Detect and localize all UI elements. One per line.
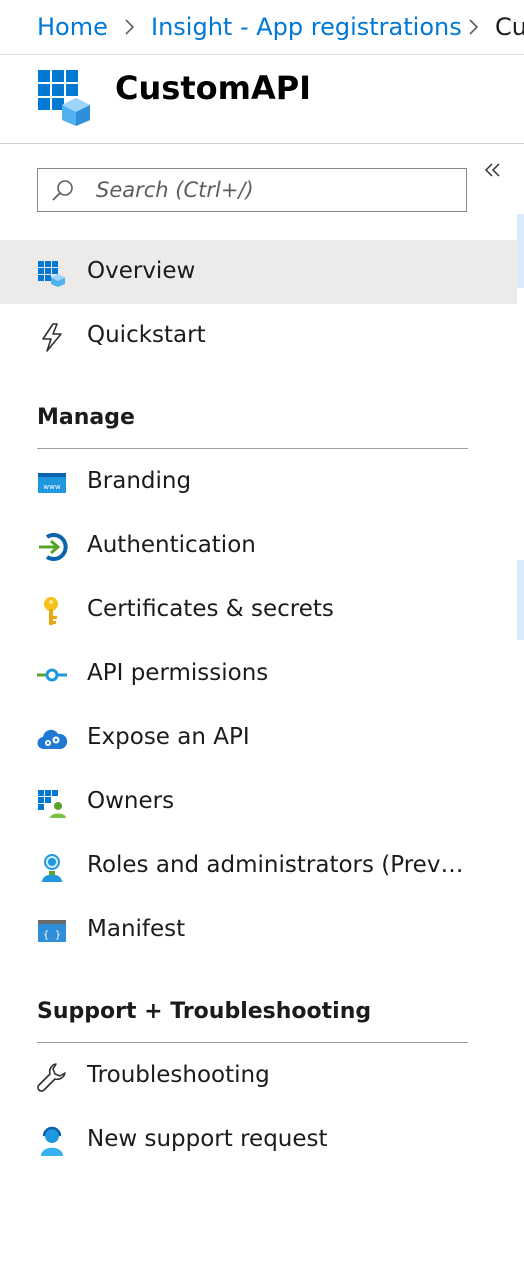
api-connector-icon — [37, 668, 67, 682]
sidebar-item-label: Branding — [87, 468, 192, 494]
sidebar-item-label: New support request — [87, 1126, 328, 1152]
sidebar-item-label: Manifest — [87, 916, 186, 942]
chevron-right-icon — [469, 19, 479, 35]
sidebar-item-manifest[interactable]: { } Manifest — [0, 898, 517, 962]
search-input[interactable] — [96, 174, 456, 206]
section-heading-manage: Manage — [37, 405, 135, 430]
app-registration-icon — [38, 70, 90, 126]
www-window-icon: www — [38, 473, 66, 493]
sidebar-item-label: Authentication — [87, 532, 256, 558]
sidebar-item-label: Expose an API — [87, 724, 250, 750]
key-icon — [44, 597, 58, 625]
breadcrumb-current: Cu — [495, 13, 524, 41]
resource-header: CustomAPI — [0, 55, 524, 144]
breadcrumb-app-registrations-link[interactable]: Insight - App registrations — [151, 12, 462, 42]
sidebar-item-owners[interactable]: Owners — [0, 770, 517, 834]
sidebar-item-overview[interactable]: Overview — [0, 240, 517, 304]
wrench-icon — [37, 1063, 66, 1092]
sidebar-item-label: Certificates & secrets — [87, 596, 334, 622]
owners-grid-user-icon — [38, 790, 66, 818]
section-divider — [37, 448, 468, 449]
double-chevron-left-icon[interactable] — [480, 158, 506, 184]
search-box[interactable] — [37, 168, 467, 212]
overview-grid-icon — [38, 261, 65, 287]
sidebar-item-roles-and-administrators[interactable]: Roles and administrators (Previ... — [0, 834, 517, 898]
sidebar-item-quickstart[interactable]: Quickstart — [0, 304, 517, 368]
breadcrumb: Home Insight - App registrations Cu — [0, 0, 524, 55]
sidebar-item-authentication[interactable]: Authentication — [0, 514, 517, 578]
section-divider — [37, 1042, 468, 1043]
svg-text:www: www — [43, 483, 60, 491]
cloud-gears-icon — [37, 729, 68, 750]
admin-user-icon — [42, 854, 62, 882]
search-icon — [52, 180, 73, 201]
lightning-icon — [42, 323, 62, 352]
sidebar-item-certificates-secrets[interactable]: Certificates & secrets — [0, 578, 517, 642]
breadcrumb-home-link[interactable]: Home — [37, 12, 108, 42]
sidebar-item-label: Owners — [87, 788, 175, 814]
sidebar-item-label: Roles and administrators (Previ... — [87, 852, 467, 878]
svg-text:{ }: { } — [43, 930, 61, 941]
sidebar-item-label: API permissions — [87, 660, 269, 686]
sign-in-arrow-icon — [39, 533, 68, 561]
sidebar-item-label: Quickstart — [87, 322, 206, 348]
manifest-braces-icon: { } — [38, 920, 66, 942]
sidebar-item-troubleshooting[interactable]: Troubleshooting — [0, 1044, 517, 1108]
chevron-right-icon — [125, 19, 135, 35]
page-title: CustomAPI — [115, 69, 312, 107]
sidebar-item-expose-an-api[interactable]: Expose an API — [0, 706, 517, 770]
sidebar-item-api-permissions[interactable]: API permissions — [0, 642, 517, 706]
section-heading-support-troubleshooting: Support + Troubleshooting — [37, 999, 372, 1024]
content-panel-edge — [517, 560, 524, 640]
content-panel-edge — [517, 214, 524, 288]
sidebar-item-label: Overview — [87, 258, 196, 284]
sidebar-item-label: Troubleshooting — [87, 1062, 270, 1088]
support-user-icon — [41, 1126, 63, 1156]
sidebar-item-branding[interactable]: www Branding — [0, 450, 517, 514]
sidebar-item-new-support-request[interactable]: New support request — [0, 1108, 517, 1172]
